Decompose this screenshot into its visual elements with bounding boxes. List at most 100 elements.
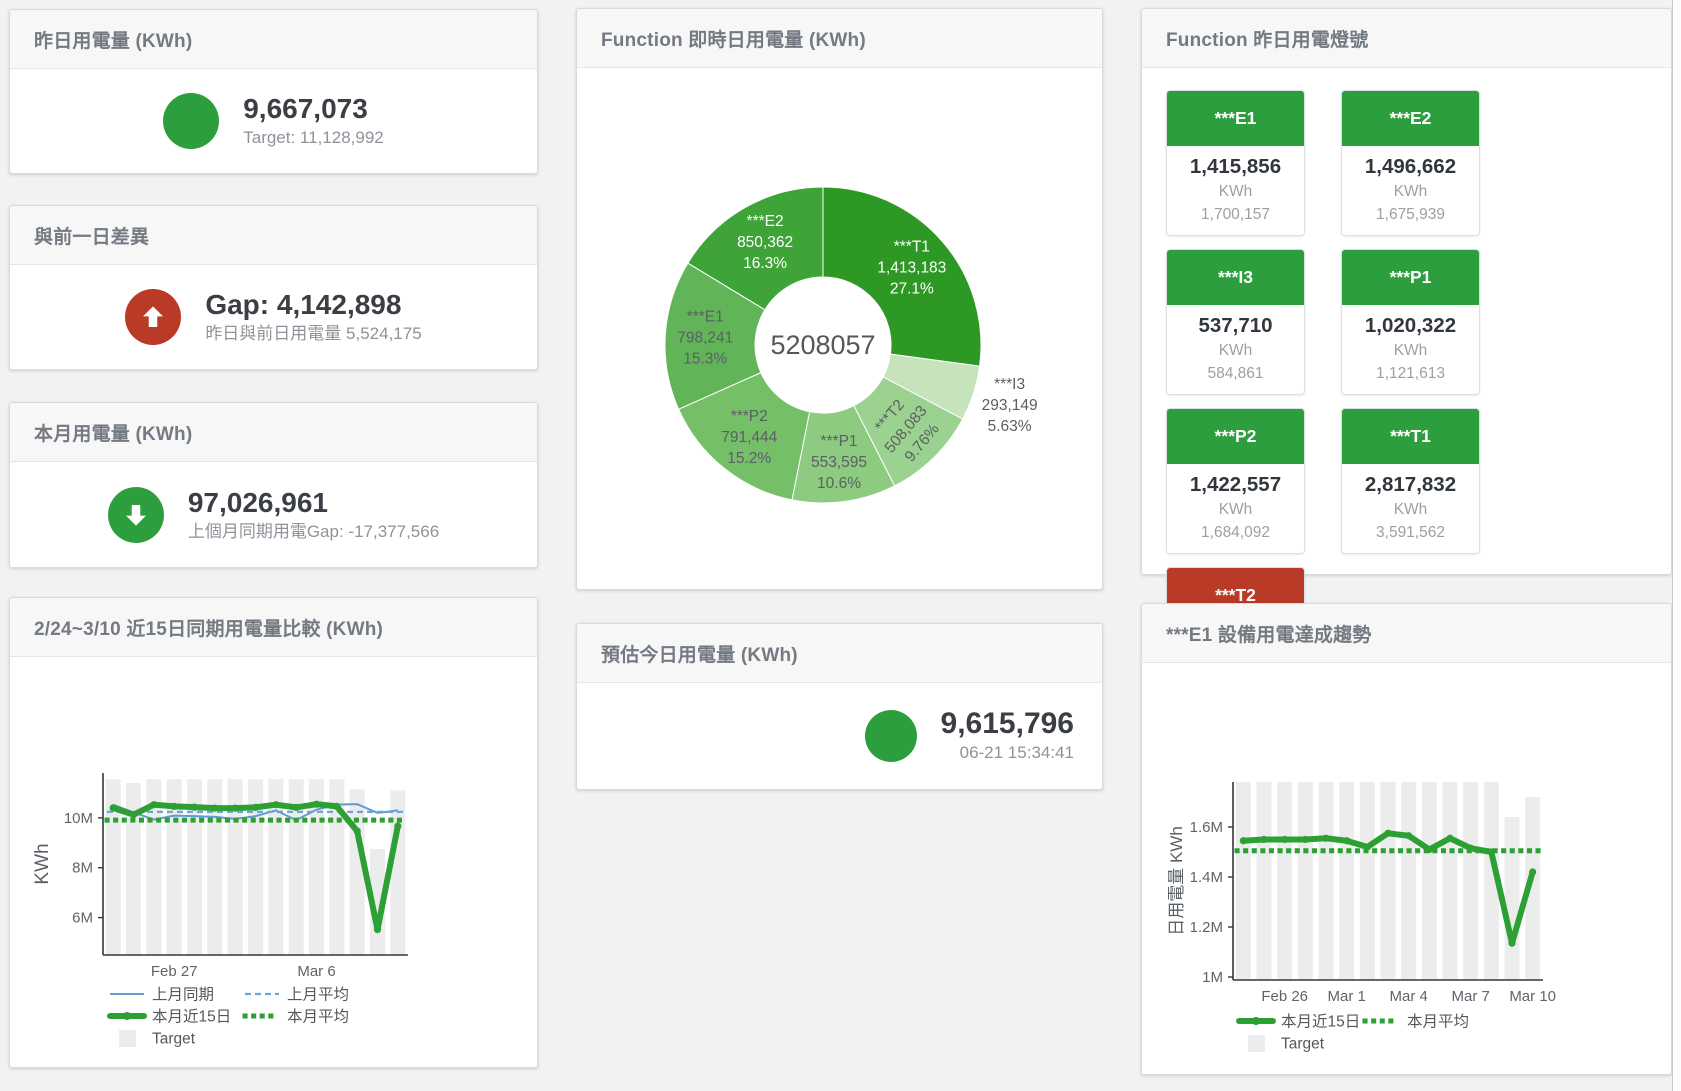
- stat-subtitle: 上個月同期用電Gap: -17,377,566: [188, 520, 439, 544]
- panel-title: 本月用電量 (KWh): [34, 419, 192, 446]
- panel-header[interactable]: Function 即時日用電量 (KWh): [577, 9, 1102, 68]
- x-tick-label: Mar 1: [1327, 988, 1365, 1005]
- tile-value: 1,415,856: [1169, 153, 1302, 180]
- legend-label[interactable]: 本月近15日: [152, 1008, 231, 1026]
- legend-label[interactable]: 本月近15日: [1281, 1013, 1360, 1031]
- stat-today-estimate: 9,615,796 06-21 15:34:41: [577, 683, 1102, 789]
- legend-label[interactable]: Target: [152, 1031, 196, 1048]
- tile-status-header: ***E1: [1167, 91, 1304, 146]
- panel-title: Function 昨日用電燈號: [1166, 25, 1368, 52]
- panel-header[interactable]: 本月用電量 (KWh): [10, 403, 537, 462]
- legend-label[interactable]: Target: [1281, 1036, 1325, 1053]
- panel-header[interactable]: 昨日用電量 (KWh): [10, 10, 537, 69]
- donut-slice-label: ***I3293,1495.63%: [982, 376, 1038, 435]
- scrollbar[interactable]: [1672, 0, 1681, 1091]
- tile-target-value: 3,591,562: [1344, 521, 1477, 544]
- tile-unit: KWh: [1169, 498, 1302, 521]
- stat-value: 97,026,961: [188, 486, 439, 520]
- status-tile-T1: ***T12,817,832KWh3,591,562: [1341, 408, 1480, 554]
- tile-value: 1,020,322: [1344, 312, 1477, 339]
- tile-value: 1,422,557: [1169, 471, 1302, 498]
- panel-title: 2/24~3/10 近15日同期用電量比較 (KWh): [34, 614, 383, 641]
- stat-value: 9,667,073: [243, 92, 384, 126]
- panel-today-estimate: 預估今日用電量 (KWh) 9,615,796 06-21 15:34:41: [576, 623, 1103, 790]
- panel-yesterday-usage: 昨日用電量 (KWh) 9,667,073 Target: 11,128,992: [9, 9, 538, 174]
- tile-target-value: 1,675,939: [1344, 203, 1477, 226]
- y-tick-label: 1.4M: [1190, 869, 1223, 886]
- tile-status-header: ***T1: [1342, 409, 1479, 464]
- tile-body: 1,422,557KWh1,684,092: [1167, 464, 1304, 553]
- status-tile-P2: ***P21,422,557KWh1,684,092: [1166, 408, 1305, 554]
- panel-header[interactable]: 與前一日差異: [10, 206, 537, 265]
- tile-unit: KWh: [1169, 339, 1302, 362]
- tile-unit: KWh: [1169, 180, 1302, 203]
- tile-body: 1,415,856KWh1,700,157: [1167, 146, 1304, 235]
- e1-trend-chart[interactable]: 1M 1.2M 1.4M 1.6M Feb 26 Mar 1 Mar 4 Mar 7 Mar 1…: [1142, 663, 1673, 1076]
- stat-timestamp: 06-21 15:34:41: [941, 741, 1074, 765]
- status-tile-I3: ***I3537,710KWh584,861: [1166, 249, 1305, 395]
- realtime-donut-chart[interactable]: ***T11,413,18327.1%***I3293,1495.63%***T…: [577, 68, 1104, 591]
- x-tick-label: Mar 10: [1509, 988, 1556, 1005]
- tile-body: 2,817,832KWh3,591,562: [1342, 464, 1479, 553]
- x-tick-label: Mar 6: [297, 963, 335, 980]
- stat-month: 97,026,961 上個月同期用電Gap: -17,377,566: [10, 462, 537, 567]
- status-tile-E2: ***E21,496,662KWh1,675,939: [1341, 90, 1480, 236]
- panel-title: ***E1 設備用電達成趨勢: [1166, 620, 1372, 647]
- stat-subtitle: 昨日與前日用電量 5,524,175: [205, 322, 421, 346]
- tile-status-header: ***E2: [1342, 91, 1479, 146]
- tile-target-value: 584,861: [1169, 362, 1302, 385]
- target-bars: [1236, 782, 1540, 980]
- chart-legend: 本月近15日 本月平均 Target: [1239, 1013, 1469, 1053]
- panel-title: 預估今日用電量 (KWh): [601, 640, 798, 667]
- y-tick-label: 1.2M: [1190, 919, 1223, 936]
- usage-compare-chart[interactable]: 6M8M10MFeb 27Mar 6KWh上月同期上月平均本月近15日本月平均T…: [10, 657, 539, 1069]
- arrow-down-icon: [108, 487, 164, 543]
- stat-value: 9,615,796: [941, 707, 1074, 741]
- panel-title: 與前一日差異: [34, 222, 149, 249]
- tile-unit: KWh: [1344, 339, 1477, 362]
- arrow-up-icon: [125, 289, 181, 345]
- chart-legend: 上月同期 上月平均本月近15日 本月平均 Target: [110, 986, 349, 1048]
- panel-month-usage: 本月用電量 (KWh) 97,026,961 上個月同期用電Gap: -17,3…: [9, 402, 538, 568]
- y-tick-label: 10M: [64, 810, 93, 827]
- panel-header[interactable]: Function 昨日用電燈號: [1142, 9, 1671, 68]
- panel-header[interactable]: ***E1 設備用電達成趨勢: [1142, 604, 1671, 663]
- legend-swatch-square: [119, 1030, 136, 1047]
- legend-label[interactable]: 上月平均: [287, 986, 349, 1004]
- stat-yesterday: 9,667,073 Target: 11,128,992: [10, 69, 537, 173]
- legend-label[interactable]: 本月平均: [1407, 1013, 1469, 1031]
- energy-dashboard: 昨日用電量 (KWh) 9,667,073 Target: 11,128,992…: [0, 0, 1681, 1091]
- stat-subtitle: Target: 11,128,992: [243, 126, 384, 150]
- stat-prev-day-gap: Gap: 4,142,898 昨日與前日用電量 5,524,175: [10, 265, 537, 369]
- panel-header[interactable]: 2/24~3/10 近15日同期用電量比較 (KWh): [10, 598, 537, 657]
- x-tick-label: Feb 26: [1261, 988, 1308, 1005]
- donut-center-total: 5208057: [770, 330, 875, 360]
- tile-unit: KWh: [1344, 180, 1477, 203]
- tile-status-header: ***P2: [1167, 409, 1304, 464]
- y-axis-label: KWh: [32, 843, 53, 884]
- y-tick-label: 1.6M: [1190, 819, 1223, 836]
- y-axis-label: 日用電量 KWh: [1167, 826, 1186, 936]
- panel-header[interactable]: 預估今日用電量 (KWh): [577, 624, 1102, 683]
- tile-value: 537,710: [1169, 312, 1302, 339]
- status-circle-icon: [865, 710, 917, 762]
- tile-target-value: 1,684,092: [1169, 521, 1302, 544]
- panel-15day-compare: 2/24~3/10 近15日同期用電量比較 (KWh) 6M8M10MFeb 2…: [9, 597, 538, 1068]
- panel-realtime-function-usage: Function 即時日用電量 (KWh) ***T11,413,18327.1…: [576, 8, 1103, 590]
- panel-prev-day-gap: 與前一日差異 Gap: 4,142,898 昨日與前日用電量 5,524,175: [9, 205, 538, 370]
- panel-e1-trend: ***E1 設備用電達成趨勢 1M 1.2M 1.4M 1.6M Feb 26 Mar 1…: [1141, 603, 1672, 1075]
- status-tile-E1: ***E11,415,856KWh1,700,157: [1166, 90, 1305, 236]
- tile-status-header: ***I3: [1167, 250, 1304, 305]
- tile-unit: KWh: [1344, 498, 1477, 521]
- tile-body: 537,710KWh584,861: [1167, 305, 1304, 394]
- legend-label[interactable]: 上月同期: [152, 986, 214, 1004]
- tile-value: 2,817,832: [1344, 471, 1477, 498]
- y-tick-label: 1M: [1202, 969, 1223, 986]
- x-tick-label: Mar 4: [1389, 988, 1427, 1005]
- panel-title: Function 即時日用電量 (KWh): [601, 25, 866, 52]
- legend-label[interactable]: 本月平均: [287, 1008, 349, 1026]
- x-tick-label: Mar 7: [1451, 988, 1489, 1005]
- tile-body: 1,496,662KWh1,675,939: [1342, 146, 1479, 235]
- panel-title: 昨日用電量 (KWh): [34, 26, 192, 53]
- status-tile-P1: ***P11,020,322KWh1,121,613: [1341, 249, 1480, 395]
